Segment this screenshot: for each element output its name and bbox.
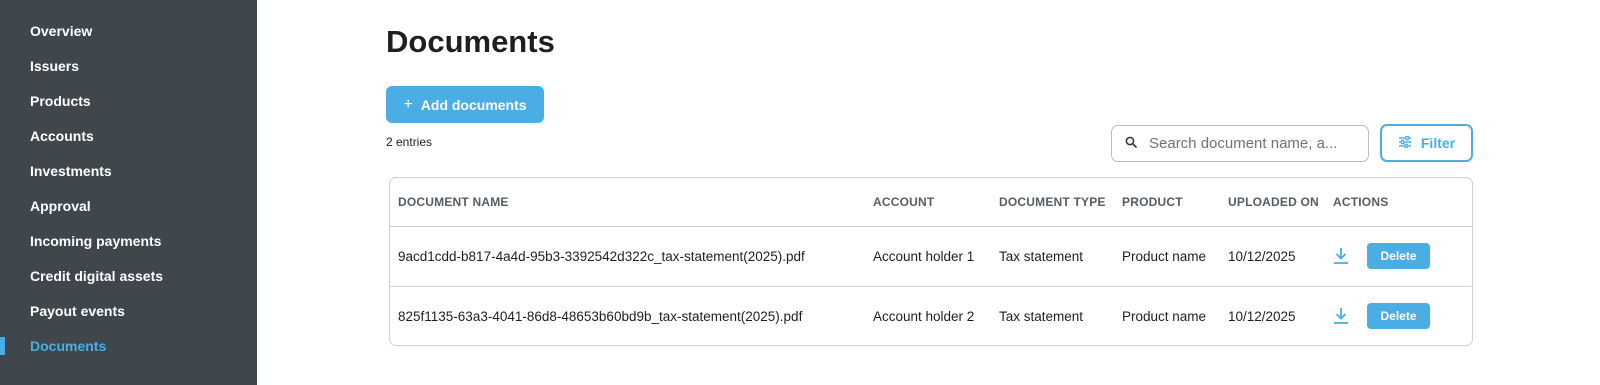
- sidebar-item-incoming-payments[interactable]: Incoming payments: [0, 223, 257, 258]
- documents-table: DOCUMENT NAME ACCOUNT DOCUMENT TYPE PROD…: [389, 177, 1473, 346]
- sidebar-item-label: Products: [30, 92, 91, 109]
- page-title: Documents: [386, 24, 555, 59]
- document-type-cell: Tax statement: [991, 285, 1114, 345]
- document-name-cell: 825f1135-63a3-4041-86d8-48653b60bd9b_tax…: [390, 285, 865, 345]
- sidebar-item-label: Overview: [30, 22, 93, 39]
- sidebar: Overview Issuers Products Accounts Inves…: [0, 0, 257, 385]
- actions-cell: Delete: [1325, 285, 1472, 345]
- document-name-cell: 9acd1cdd-b817-4a4d-95b3-3392542d322c_tax…: [390, 225, 865, 286]
- account-cell: Account holder 1: [865, 225, 991, 286]
- column-header-product: PRODUCT: [1122, 194, 1183, 209]
- search-input[interactable]: [1149, 135, 1349, 152]
- search-icon: [1125, 135, 1137, 153]
- add-documents-button[interactable]: + Add documents: [386, 86, 544, 123]
- download-icon[interactable]: [1333, 247, 1349, 265]
- delete-button[interactable]: Delete: [1367, 243, 1430, 269]
- sidebar-item-label: Approval: [30, 197, 91, 214]
- sidebar-item-label: Payout events: [30, 302, 125, 319]
- sidebar-item-approval[interactable]: Approval: [0, 188, 257, 223]
- sidebar-item-products[interactable]: Products: [0, 83, 257, 118]
- column-header-document-type: DOCUMENT TYPE: [999, 194, 1106, 209]
- sidebar-item-documents[interactable]: Documents: [0, 328, 257, 363]
- account-cell: Account holder 2: [865, 285, 991, 345]
- sidebar-item-label: Investments: [30, 162, 112, 179]
- actions-cell: Delete: [1325, 225, 1472, 286]
- add-documents-label: Add documents: [420, 96, 527, 113]
- search-box[interactable]: [1111, 125, 1369, 162]
- sidebar-item-label: Incoming payments: [30, 232, 162, 249]
- filter-button[interactable]: Filter: [1380, 124, 1473, 162]
- sidebar-item-credit-digital-assets[interactable]: Credit digital assets: [0, 258, 257, 293]
- entries-count: 2 entries: [386, 135, 433, 149]
- plus-icon: +: [403, 95, 413, 113]
- filter-label: Filter: [1420, 135, 1456, 151]
- column-header-document-name: DOCUMENT NAME: [398, 194, 509, 209]
- sidebar-item-investments[interactable]: Investments: [0, 153, 257, 188]
- sidebar-item-payout-events[interactable]: Payout events: [0, 293, 257, 328]
- uploaded-on-cell: 10/12/2025: [1220, 225, 1325, 286]
- table-row: 825f1135-63a3-4041-86d8-48653b60bd9b_tax…: [390, 285, 1472, 345]
- column-header-uploaded-on: UPLOADED ON: [1228, 194, 1319, 209]
- uploaded-on-cell: 10/12/2025: [1220, 285, 1325, 345]
- download-icon[interactable]: [1333, 307, 1349, 325]
- sidebar-item-label: Accounts: [30, 127, 94, 144]
- sliders-icon: [1398, 135, 1412, 151]
- table-header-row: DOCUMENT NAME ACCOUNT DOCUMENT TYPE PROD…: [390, 178, 1472, 226]
- sidebar-item-label: Documents: [30, 337, 107, 354]
- main-content: Documents + Add documents 2 entries Sear…: [257, 0, 1600, 385]
- sidebar-item-label: Credit digital assets: [30, 267, 164, 284]
- document-type-cell: Tax statement: [991, 225, 1114, 286]
- delete-button[interactable]: Delete: [1367, 303, 1430, 330]
- column-header-actions: ACTIONS: [1333, 194, 1389, 209]
- sidebar-item-label: Issuers: [30, 57, 80, 74]
- product-cell: Product name: [1114, 225, 1220, 286]
- table-row: 9acd1cdd-b817-4a4d-95b3-3392542d322c_tax…: [390, 225, 1472, 286]
- sidebar-item-accounts[interactable]: Accounts: [0, 118, 257, 153]
- sidebar-item-overview[interactable]: Overview: [0, 13, 257, 48]
- sidebar-item-issuers[interactable]: Issuers: [0, 48, 257, 83]
- column-header-account: ACCOUNT: [873, 194, 935, 209]
- product-cell: Product name: [1114, 285, 1220, 345]
